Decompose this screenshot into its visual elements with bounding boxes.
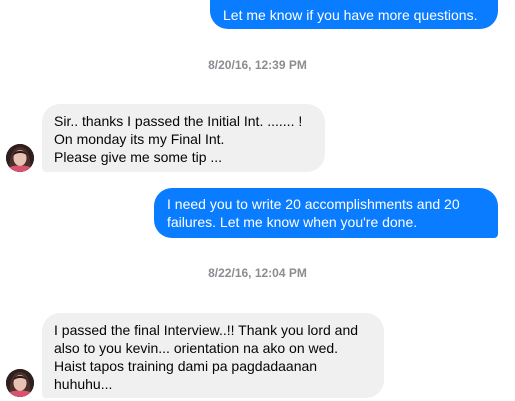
message-timestamp: 8/20/16, 12:39 PM [208, 58, 307, 72]
incoming-message-bubble[interactable]: Sir.. thanks I passed the Initial Int. .… [42, 104, 325, 172]
incoming-message-bubble[interactable]: I passed the final Interview..!! Thank y… [42, 313, 384, 398]
contact-avatar-icon[interactable] [6, 144, 34, 172]
contact-avatar-icon[interactable] [6, 369, 34, 397]
message-thread: Let me know if you have more questions. … [0, 0, 515, 401]
message-timestamp: 8/22/16, 12:04 PM [208, 266, 307, 280]
outgoing-message-bubble[interactable]: I need you to write 20 accomplishments a… [154, 188, 498, 238]
outgoing-message-bubble[interactable]: Let me know if you have more questions. [210, 0, 498, 29]
